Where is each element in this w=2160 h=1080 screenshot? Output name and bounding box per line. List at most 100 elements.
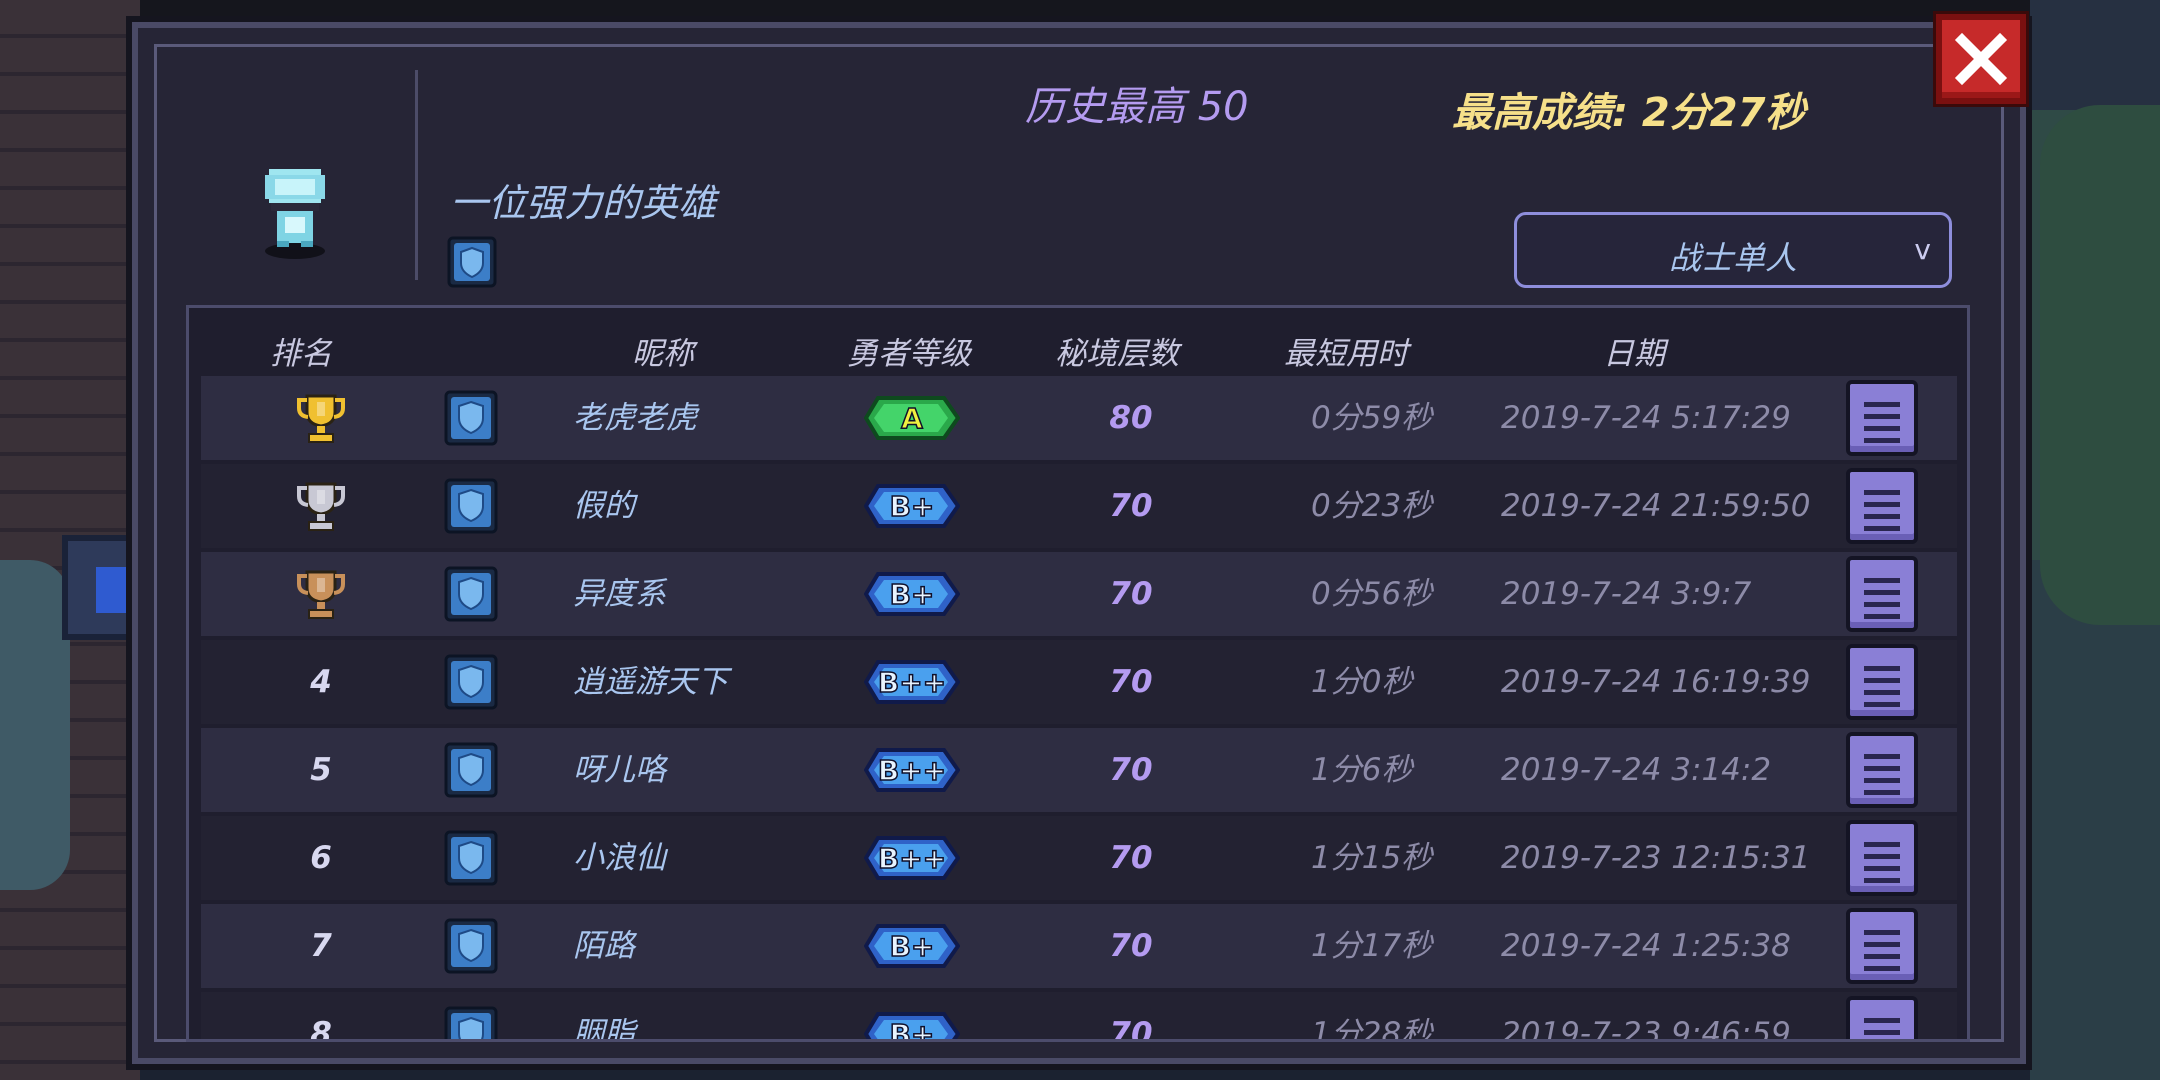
shortest-time: 0分59秒 bbox=[1311, 400, 1433, 436]
layer-count: 70 bbox=[1109, 664, 1153, 700]
menu-icon-line bbox=[1864, 578, 1900, 583]
layer-count: 70 bbox=[1109, 752, 1153, 788]
menu-icon-line bbox=[1864, 426, 1900, 431]
header-divider bbox=[415, 70, 418, 280]
menu-icon-line bbox=[1864, 754, 1900, 759]
close-button[interactable] bbox=[1936, 14, 2026, 104]
player-nickname: 逍遥游天下 bbox=[573, 664, 728, 700]
menu-icon-line bbox=[1864, 942, 1900, 947]
menu-icon-line bbox=[1864, 690, 1900, 695]
menu-icon-line bbox=[1864, 490, 1900, 495]
player-nickname: 胭脂 bbox=[573, 1016, 635, 1042]
row-menu-button[interactable] bbox=[1846, 644, 1918, 720]
hero-shield-icon bbox=[447, 236, 497, 288]
column-header-rank: 排名 bbox=[270, 336, 332, 372]
menu-icon-line bbox=[1864, 502, 1900, 507]
menu-icon-line bbox=[1864, 778, 1900, 783]
menu-icon-line bbox=[1864, 702, 1900, 707]
mode-dropdown-label: 战士单人 bbox=[1668, 239, 1797, 277]
close-icon bbox=[1954, 32, 2008, 86]
hero-level-badge: A bbox=[864, 396, 960, 440]
table-row: 老虎老虎 A 80 0分59秒 2019-7-24 5:17:29 bbox=[201, 376, 1957, 460]
menu-icon-line bbox=[1864, 666, 1900, 671]
hero-title: 一位强力的英雄 bbox=[450, 181, 717, 225]
record-date: 2019-7-24 16:19:39 bbox=[1501, 664, 1811, 700]
row-menu-button[interactable] bbox=[1846, 732, 1918, 808]
background-right-scenery bbox=[2030, 0, 2160, 1080]
row-menu-button[interactable] bbox=[1846, 380, 1918, 456]
menu-icon-line bbox=[1864, 1030, 1900, 1035]
hero-level-text: A bbox=[901, 402, 923, 435]
menu-icon-line bbox=[1864, 514, 1900, 519]
hero-level-badge: B++ bbox=[864, 660, 960, 704]
menu-icon-line bbox=[1864, 930, 1900, 935]
hero-level-text: B++ bbox=[878, 666, 946, 699]
player-nickname: 陌路 bbox=[573, 928, 635, 964]
row-menu-button[interactable] bbox=[1846, 468, 1918, 544]
menu-icon-line bbox=[1864, 438, 1900, 443]
player-shield-icon bbox=[444, 654, 498, 710]
menu-icon-line bbox=[1864, 414, 1900, 419]
layer-count: 70 bbox=[1109, 488, 1153, 524]
column-header-layers: 秘境层数 bbox=[1055, 336, 1179, 372]
table-row: 8 胭脂 B+ 70 1分28秒 2019-7-23 9:46:59 bbox=[201, 992, 1957, 1042]
hero-level-badge: B+ bbox=[864, 924, 960, 968]
menu-icon-line bbox=[1864, 954, 1900, 959]
menu-icon-line bbox=[1864, 1018, 1900, 1023]
row-menu-button[interactable] bbox=[1846, 556, 1918, 632]
menu-icon-line bbox=[1864, 590, 1900, 595]
menu-icon-line bbox=[1864, 842, 1900, 847]
best-score-text: 最高成绩: 2分27秒 bbox=[1452, 90, 1806, 136]
menu-icon-line bbox=[1864, 790, 1900, 795]
record-date: 2019-7-23 12:15:31 bbox=[1501, 840, 1811, 876]
record-date: 2019-7-24 3:14:2 bbox=[1501, 752, 1772, 788]
background-left-scenery bbox=[0, 0, 140, 1080]
player-nickname: 假的 bbox=[573, 488, 635, 524]
gold-trophy-icon bbox=[297, 394, 345, 443]
bronze-trophy-icon bbox=[297, 570, 345, 619]
player-shield-icon bbox=[444, 830, 498, 886]
row-menu-button[interactable] bbox=[1846, 996, 1918, 1039]
layer-count: 70 bbox=[1109, 576, 1153, 612]
menu-icon-line bbox=[1864, 966, 1900, 971]
hero-level-badge: B+ bbox=[864, 1012, 960, 1042]
background-bush bbox=[0, 560, 70, 890]
layer-count: 70 bbox=[1109, 928, 1153, 964]
layer-count: 70 bbox=[1109, 840, 1153, 876]
layer-count: 80 bbox=[1109, 400, 1153, 436]
leaderboard-table: 排名 昵称 勇者等级 秘境层数 最短用时 日期 老虎老虎 A 80 0分59秒 2019… bbox=[186, 305, 1970, 1042]
player-nickname: 老虎老虎 bbox=[573, 400, 697, 436]
record-date: 2019-7-24 21:59:50 bbox=[1501, 488, 1811, 524]
rank-number: 6 bbox=[310, 840, 332, 876]
player-shield-icon bbox=[444, 1006, 498, 1039]
player-nickname: 呀儿咯 bbox=[573, 752, 666, 788]
table-row: 假的 B+ 70 0分23秒 2019-7-24 21:59:50 bbox=[201, 464, 1957, 548]
chevron-down-icon: v bbox=[1914, 233, 1931, 266]
menu-icon-line bbox=[1864, 526, 1900, 531]
menu-icon-line bbox=[1864, 866, 1900, 871]
row-menu-button[interactable] bbox=[1846, 908, 1918, 984]
player-shield-icon bbox=[444, 742, 498, 798]
column-header-nickname: 昵称 bbox=[632, 336, 694, 372]
player-nickname: 异度系 bbox=[573, 576, 666, 612]
layer-count: 70 bbox=[1109, 1016, 1153, 1042]
menu-icon-line bbox=[1864, 878, 1900, 883]
shortest-time: 1分6秒 bbox=[1311, 752, 1413, 788]
hero-level-text: B++ bbox=[878, 842, 946, 875]
menu-icon-line bbox=[1864, 854, 1900, 859]
hero-level-text: B+ bbox=[890, 1018, 935, 1042]
shortest-time: 0分23秒 bbox=[1311, 488, 1433, 524]
rank-number: 8 bbox=[310, 1016, 332, 1042]
player-shield-icon bbox=[444, 566, 498, 622]
menu-icon-line bbox=[1864, 602, 1900, 607]
record-date: 2019-7-24 3:9:7 bbox=[1501, 576, 1752, 612]
player-shield-icon bbox=[444, 478, 498, 534]
mode-dropdown[interactable]: 战士单人 v bbox=[1514, 212, 1952, 288]
table-row: 5 呀儿咯 B++ 70 1分6秒 2019-7-24 3:14:2 bbox=[201, 728, 1957, 812]
shortest-time: 1分17秒 bbox=[1311, 928, 1433, 964]
record-date: 2019-7-24 1:25:38 bbox=[1501, 928, 1791, 964]
rank-number: 4 bbox=[310, 664, 332, 700]
row-menu-button[interactable] bbox=[1846, 820, 1918, 896]
table-row: 4 逍遥游天下 B++ 70 1分0秒 2019-7-24 16:19:39 bbox=[201, 640, 1957, 724]
background-top bbox=[130, 0, 2040, 24]
